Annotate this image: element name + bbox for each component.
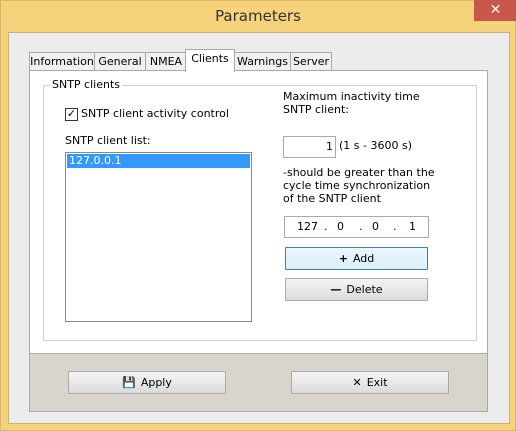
tab-warnings[interactable]: Warnings: [234, 52, 291, 71]
max-inactivity-stepper[interactable]: 1: [283, 136, 336, 158]
apply-button[interactable]: 💾 Apply: [68, 371, 226, 394]
close-icon: ✕: [352, 376, 362, 389]
tab-information[interactable]: Information: [29, 52, 95, 71]
ip-dot-1: .: [324, 220, 328, 233]
client-list-label: SNTP client list:: [65, 134, 151, 147]
plus-icon: +: [338, 252, 348, 265]
activity-control-label[interactable]: SNTP client activity control: [81, 107, 229, 120]
client-list[interactable]: 127.0.0.1: [65, 152, 252, 322]
minus-icon: —: [330, 283, 342, 296]
ip-octet-2[interactable]: 0: [337, 220, 344, 233]
exit-button[interactable]: ✕ Exit: [291, 371, 449, 394]
footer-bar: 💾 Apply ✕ Exit: [29, 353, 488, 412]
max-inactivity-value[interactable]: 1: [326, 140, 333, 153]
max-inactivity-label: Maximum inactivity time SNTP client:: [283, 90, 420, 116]
ip-octet-1[interactable]: 127: [297, 220, 318, 233]
delete-button-label: Delete: [346, 283, 383, 296]
inactivity-note: -should be greater than the cycle time s…: [283, 166, 435, 205]
add-button[interactable]: + Add: [285, 247, 428, 270]
activity-control-checkbox[interactable]: ✓: [65, 108, 78, 121]
ip-dot-3: .: [393, 220, 397, 233]
ip-dot-2: .: [359, 220, 363, 233]
ip-address-input[interactable]: 127 . 0 . 0 . 1: [284, 216, 429, 238]
ip-octet-3[interactable]: 0: [372, 220, 379, 233]
dialog-client-area: Information General NMEA Clients Warning…: [8, 32, 510, 424]
list-item[interactable]: 127.0.0.1: [67, 154, 250, 168]
ip-octet-4[interactable]: 1: [409, 220, 416, 233]
tab-general[interactable]: General: [94, 52, 146, 71]
exit-button-label: Exit: [366, 376, 388, 389]
delete-button[interactable]: — Delete: [285, 278, 428, 301]
tab-server[interactable]: Server: [290, 52, 332, 71]
clients-panel: SNTP clients ✓ SNTP client activity cont…: [29, 70, 488, 355]
add-button-label: Add: [352, 252, 375, 265]
save-icon: 💾: [122, 376, 136, 389]
group-title: SNTP clients: [50, 78, 123, 91]
parameters-window: Parameters ✕ Information General NMEA Cl…: [0, 0, 516, 431]
tab-nmea[interactable]: NMEA: [145, 52, 187, 71]
window-title: Parameters: [215, 7, 301, 25]
title-bar[interactable]: Parameters ✕: [1, 0, 516, 32]
sntp-clients-group: SNTP clients ✓ SNTP client activity cont…: [43, 78, 477, 341]
max-inactivity-range: (1 s - 3600 s): [339, 139, 412, 152]
close-icon[interactable]: ✕: [474, 0, 516, 21]
apply-button-label: Apply: [140, 376, 172, 389]
tab-clients[interactable]: Clients: [185, 49, 235, 72]
